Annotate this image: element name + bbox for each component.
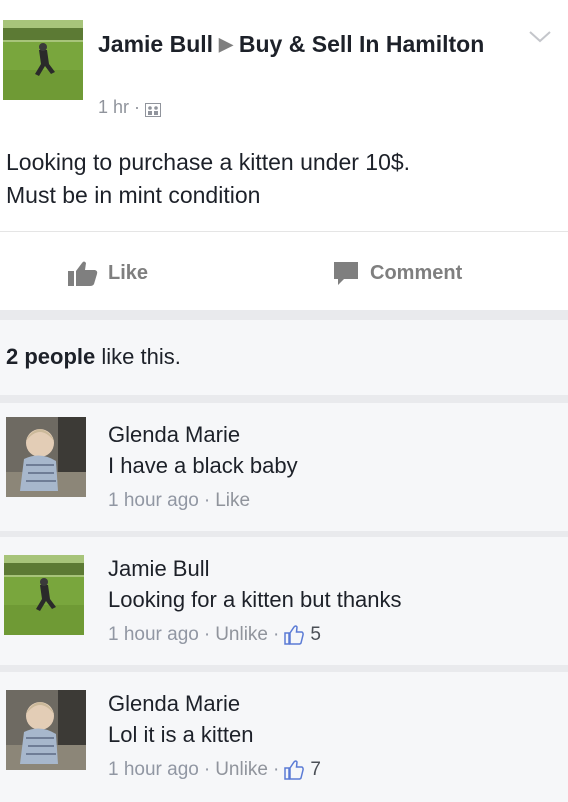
comment-meta: 1 hour ago · Unlike · 5	[108, 623, 321, 647]
post-card: Jamie Bull ▶ Buy & Sell In Hamilton 1 hr ·…	[0, 0, 568, 310]
post-body: Looking to purchase a kitten under 10$. …	[6, 146, 561, 212]
meta-separator: ·	[203, 759, 211, 780]
comment-text: Looking for a kitten but thanks	[108, 587, 402, 612]
chevron-down-icon[interactable]	[528, 30, 552, 44]
like-button-label: Like	[108, 261, 149, 284]
comment-like-count[interactable]: 5	[310, 623, 321, 647]
commenter-name-link[interactable]: Jamie Bull	[108, 554, 209, 584]
thumbs-up-icon	[284, 760, 305, 780]
comment-like-link[interactable]: Like	[215, 489, 250, 513]
commenter-avatar[interactable]	[4, 555, 84, 635]
likes-count-link[interactable]: 2 people	[6, 344, 95, 369]
post-text-line: Looking to purchase a kitten under 10$.	[6, 149, 411, 175]
comment-text: Lol it is a kitten	[108, 722, 254, 747]
comment-button-label: Comment	[370, 261, 463, 284]
comment-timestamp[interactable]: 1 hour ago	[108, 623, 199, 647]
comment-text: I have a black baby	[108, 453, 298, 478]
meta-separator: ·	[134, 97, 141, 117]
likes-summary[interactable]: 2 people like this.	[6, 342, 181, 372]
comment-item: Glenda Marie Lol it is a kitten 1 hour a…	[0, 672, 568, 802]
commenter-name-link[interactable]: Glenda Marie	[108, 420, 240, 450]
post-timestamp[interactable]: 1 hr	[98, 97, 129, 118]
commenter-avatar[interactable]	[6, 417, 86, 497]
comment-button[interactable]: Comment	[332, 256, 462, 290]
commenter-name-link[interactable]: Glenda Marie	[108, 689, 240, 719]
likes-summary-suffix: like this.	[95, 344, 181, 369]
comment-unlike-link[interactable]: Unlike	[215, 758, 268, 782]
group-name-link[interactable]: Buy & Sell In Hamilton	[239, 31, 484, 57]
post-meta: 1 hr ·	[98, 97, 162, 118]
group-audience-icon	[145, 101, 162, 117]
comment-meta: 1 hour ago · Like	[108, 489, 250, 513]
commenter-avatar[interactable]	[6, 690, 86, 770]
post-header: Jamie Bull ▶ Buy & Sell In Hamilton	[98, 28, 498, 61]
comment-like-count[interactable]: 7	[310, 758, 321, 782]
thumbs-up-icon	[284, 625, 305, 645]
meta-separator: ·	[203, 624, 211, 645]
comment-meta: 1 hour ago · Unlike · 7	[108, 758, 321, 782]
comment-unlike-link[interactable]: Unlike	[215, 623, 268, 647]
author-avatar[interactable]	[3, 20, 83, 100]
meta-separator: ·	[273, 624, 280, 645]
shared-to-arrow-icon: ▶	[219, 34, 233, 54]
comment-bubble-icon	[334, 262, 358, 285]
meta-separator: ·	[273, 759, 280, 780]
comment-timestamp[interactable]: 1 hour ago	[108, 489, 199, 513]
comment-item: Glenda Marie I have a black baby 1 hour …	[0, 403, 568, 531]
like-button[interactable]: Like	[68, 256, 148, 290]
comment-timestamp[interactable]: 1 hour ago	[108, 758, 199, 782]
meta-separator: ·	[203, 490, 211, 511]
author-name-link[interactable]: Jamie Bull	[98, 31, 213, 57]
thumbs-up-icon	[68, 261, 98, 286]
post-text-line: Must be in mint condition	[6, 182, 261, 208]
comment-item: Jamie Bull Looking for a kitten but than…	[0, 537, 568, 665]
divider	[0, 231, 568, 232]
